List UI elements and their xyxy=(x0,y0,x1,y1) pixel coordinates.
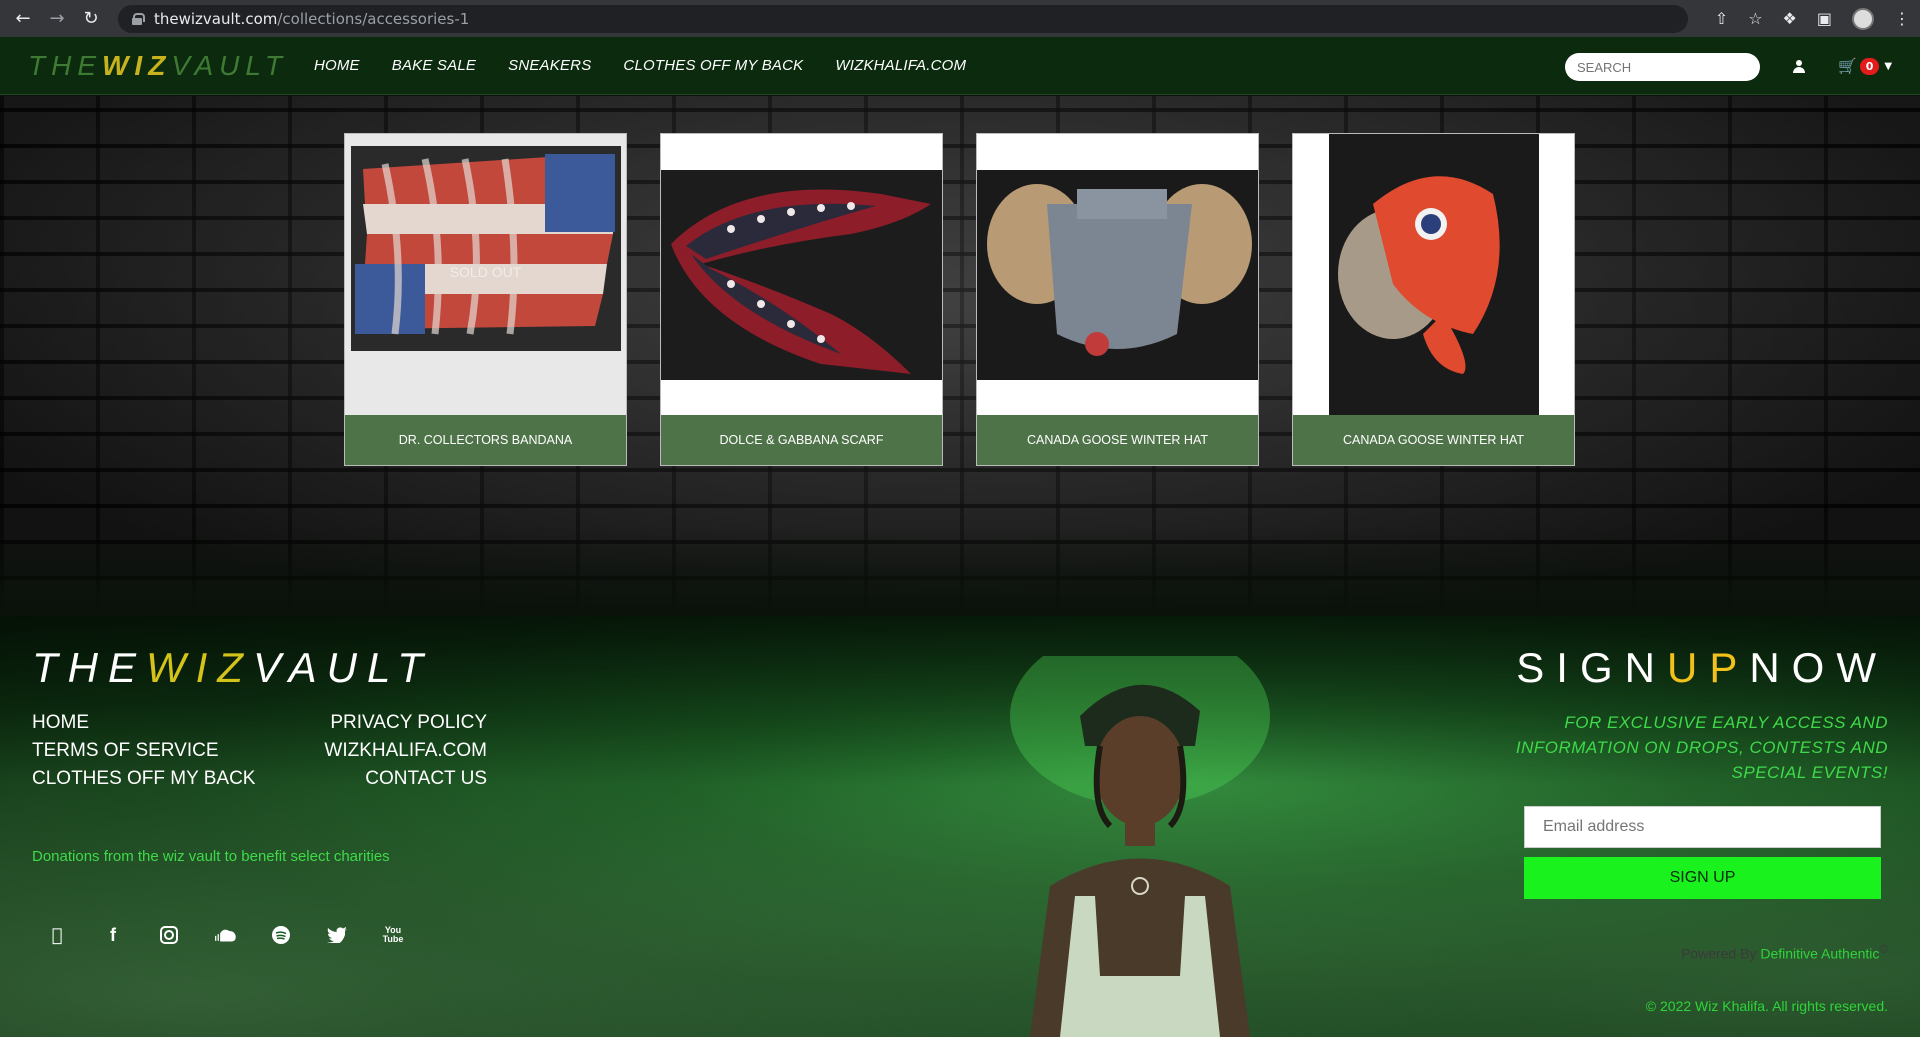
footer-link-wizkhalifa[interactable]: WIZKHALIFA.COM xyxy=(324,739,487,762)
site-logo[interactable]: THEWIZVAULT xyxy=(28,50,288,82)
back-icon[interactable]: ← xyxy=(12,8,34,30)
signup-heading-sign: SIGN xyxy=(1516,644,1667,691)
nav-home[interactable]: HOME xyxy=(314,57,360,74)
donations-note: Donations from the wiz vault to benefit … xyxy=(32,848,390,865)
product-card[interactable]: DOLCE & GABBANA SCARF xyxy=(660,133,943,466)
product-image-bandana[interactable]: SOLD OUT xyxy=(345,134,626,416)
signup-description: FOR EXCLUSIVE EARLY ACCESS AND INFORMATI… xyxy=(1515,713,1888,782)
nav-clothes-off-my-back[interactable]: CLOTHES OFF MY BACK xyxy=(623,57,803,74)
logo-wiz: WIZ xyxy=(102,49,172,81)
collection-section: SOLD OUT DR. COLLECTORS BANDANA DOLCE & … xyxy=(0,96,1920,616)
share-icon[interactable]: ⇧ xyxy=(1715,9,1728,28)
product-card[interactable]: CANADA GOOSE WINTER HAT xyxy=(1292,133,1575,466)
nav-sneakers[interactable]: SNEAKERS xyxy=(508,57,591,74)
footer-links-right: PRIVACY POLICY WIZKHALIFA.COM CONTACT US xyxy=(250,711,487,790)
cart-icon: 🛒 xyxy=(1838,57,1857,75)
product-image-scarf[interactable] xyxy=(661,134,942,416)
powered-by-label: Powered By xyxy=(1680,945,1757,962)
footer-link-home[interactable]: HOME xyxy=(32,711,255,734)
forward-icon[interactable]: → xyxy=(46,8,68,30)
extensions-icon[interactable]: ❖ xyxy=(1783,9,1797,28)
user-icon[interactable] xyxy=(1792,60,1806,74)
footer-logo-wiz: WIZ xyxy=(146,644,253,691)
social-links:  f YouTube xyxy=(46,924,404,946)
main-menu: HOME BAKE SALE SNEAKERS CLOTHES OFF MY B… xyxy=(314,57,966,74)
signup-button[interactable]: SIGN UP xyxy=(1524,857,1881,899)
sidepanel-icon[interactable]: ▣ xyxy=(1817,9,1832,28)
chevron-down-icon: ▼ xyxy=(1884,60,1893,72)
address-bar[interactable]: thewizvault.com/collections/accessories-… xyxy=(118,5,1688,33)
soundcloud-icon[interactable] xyxy=(214,924,236,946)
reload-icon[interactable]: ↻ xyxy=(80,8,102,30)
logo-the: THE xyxy=(28,49,102,81)
url-path: /collections/accessories-1 xyxy=(277,10,470,28)
artist-photo xyxy=(1010,656,1270,1037)
nav-bake-sale[interactable]: BAKE SALE xyxy=(392,57,476,74)
browser-toolbar: ← → ↻ thewizvault.com/collections/access… xyxy=(0,0,1920,37)
product-card[interactable]: CANADA GOOSE WINTER HAT xyxy=(976,133,1259,466)
sold-out-overlay: SOLD OUT xyxy=(449,264,522,280)
copyright: © 2022 Wiz Khalifa. All rights reserved. xyxy=(1645,998,1888,1014)
powered-by: Powered By Definitive Authentic© xyxy=(1681,943,1888,962)
powered-by-link[interactable]: Definitive Authentic xyxy=(1760,946,1879,962)
signup-heading: SIGNUPNOW xyxy=(1516,644,1888,692)
search-input[interactable] xyxy=(1565,53,1760,81)
footer-links-left: HOME TERMS OF SERVICE CLOTHES OFF MY BAC… xyxy=(32,711,255,790)
product-image-red-hat[interactable] xyxy=(1293,134,1574,416)
youtube-icon[interactable]: You Tube xyxy=(382,924,404,946)
powered-by-mark: © xyxy=(1879,943,1888,956)
product-title[interactable]: DR. COLLECTORS BANDANA xyxy=(345,415,626,465)
product-grid: SOLD OUT DR. COLLECTORS BANDANA DOLCE & … xyxy=(344,133,1575,466)
logo-vault: VAULT xyxy=(171,49,288,81)
email-field[interactable] xyxy=(1524,806,1881,848)
product-title[interactable]: DOLCE & GABBANA SCARF xyxy=(661,415,942,465)
footer-logo-vault: VAULT xyxy=(252,644,433,691)
signup-heading-now: NOW xyxy=(1749,644,1888,691)
cart-count-badge: 0 xyxy=(1859,57,1880,75)
footer-link-terms[interactable]: TERMS OF SERVICE xyxy=(32,739,255,762)
footer-link-privacy[interactable]: PRIVACY POLICY xyxy=(330,711,487,734)
profile-avatar[interactable] xyxy=(1852,7,1874,30)
bookmark-star-icon[interactable]: ☆ xyxy=(1748,9,1762,28)
more-menu-icon[interactable]: ⋮ xyxy=(1894,9,1910,28)
product-title[interactable]: CANADA GOOSE WINTER HAT xyxy=(977,415,1258,465)
cart-button[interactable]: 🛒 0 ▼ xyxy=(1838,57,1892,75)
apple-icon[interactable]:  xyxy=(46,924,68,946)
footer-logo-the: THE xyxy=(32,644,146,691)
product-title[interactable]: CANADA GOOSE WINTER HAT xyxy=(1293,415,1574,465)
instagram-icon[interactable] xyxy=(158,924,180,946)
site-header: THEWIZVAULT HOME BAKE SALE SNEAKERS CLOT… xyxy=(0,37,1920,95)
footer-link-contact[interactable]: CONTACT US xyxy=(365,767,487,790)
signup-heading-up: UP xyxy=(1666,644,1750,691)
url-host: thewizvault.com xyxy=(154,10,278,28)
footer-link-clothes[interactable]: CLOTHES OFF MY BACK xyxy=(32,767,255,790)
product-image-gray-hat[interactable] xyxy=(977,134,1258,416)
site-footer: THEWIZVAULT HOME TERMS OF SERVICE CLOTHE… xyxy=(0,616,1920,1037)
lock-icon xyxy=(132,13,145,25)
footer-logo[interactable]: THEWIZVAULT xyxy=(32,644,433,692)
spotify-icon[interactable] xyxy=(270,924,292,946)
facebook-icon[interactable]: f xyxy=(102,924,124,946)
twitter-icon[interactable] xyxy=(326,924,348,946)
nav-wizkhalifa[interactable]: WIZKHALIFA.COM xyxy=(835,57,966,74)
product-card[interactable]: SOLD OUT DR. COLLECTORS BANDANA xyxy=(344,133,627,466)
